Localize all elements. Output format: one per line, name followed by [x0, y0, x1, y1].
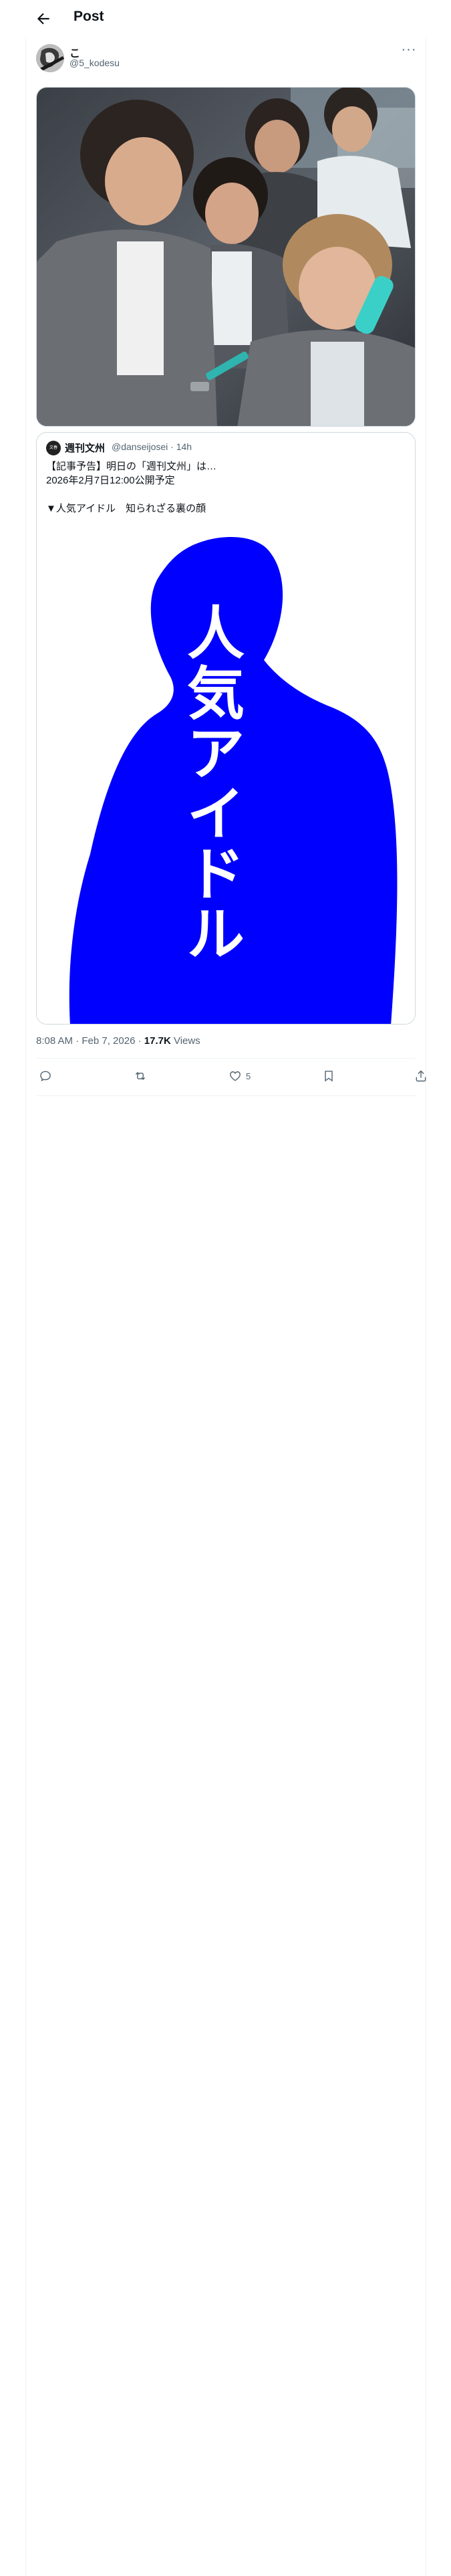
author-handle[interactable]: @5_kodesu — [69, 58, 120, 68]
divider — [36, 1095, 416, 1096]
post-timestamp: 8:08 AM · Feb 7, 2026 · 17.7K Views — [36, 1035, 200, 1047]
bookmark-icon — [325, 1071, 333, 1082]
post-time[interactable]: 8:08 AM · Feb 7, 2026 · — [36, 1035, 144, 1047]
quoted-text-line: ▼人気アイドル 知られざる裏の顔 — [46, 503, 206, 514]
top-bar: Post — [0, 0, 451, 37]
quoted-text-line — [46, 488, 216, 502]
repost-button[interactable] — [134, 1067, 151, 1085]
image-char: イ — [187, 781, 245, 848]
reply-icon — [40, 1071, 51, 1081]
quoted-meta: @danseijosei · 14h — [112, 441, 192, 452]
reply-button[interactable] — [39, 1067, 56, 1085]
avatar[interactable] — [36, 44, 64, 72]
post-photo[interactable] — [36, 87, 416, 427]
heart-icon — [230, 1071, 241, 1081]
share-icon — [416, 1070, 426, 1082]
back-arrow-icon[interactable] — [35, 10, 52, 27]
views-label: Views — [170, 1035, 200, 1047]
quoted-text-line: 2026年2月7日12:00公開予定 — [46, 475, 175, 486]
repost-icon — [135, 1071, 146, 1081]
image-char: 気 — [187, 661, 245, 728]
image-char: 人 — [187, 601, 245, 667]
quoted-time: 14h — [176, 441, 192, 452]
image-char: ル — [187, 901, 245, 968]
like-count: 5 — [246, 1071, 251, 1081]
image-char: ア — [187, 721, 245, 788]
image-char: ド — [187, 841, 245, 908]
share-button[interactable] — [414, 1067, 428, 1085]
quoted-avatar: 文春 — [46, 441, 61, 455]
quoted-text: 【記事予告】明日の「週刊文州」は… 2026年2月7日12:00公開予定 ▼人気… — [46, 459, 216, 516]
quoted-text-line: 【記事予告】明日の「週刊文州」は… — [46, 461, 217, 472]
quoted-handle: @danseijosei — [112, 441, 168, 452]
more-options-icon[interactable]: ··· — [399, 42, 419, 60]
divider — [36, 1058, 416, 1059]
quoted-display-name: 週刊文州 — [65, 443, 106, 454]
view-count: 17.7K — [144, 1035, 171, 1047]
quoted-post[interactable]: 文春 週刊文州 @danseijosei · 14h 【記事予告】明日の「週刊文… — [36, 432, 416, 1025]
like-button[interactable]: 5 — [229, 1067, 251, 1085]
page-title: Post — [73, 9, 104, 24]
bookmark-button[interactable] — [322, 1067, 335, 1085]
quoted-image[interactable]: 人 気 ア イ ド ル — [37, 533, 415, 1024]
